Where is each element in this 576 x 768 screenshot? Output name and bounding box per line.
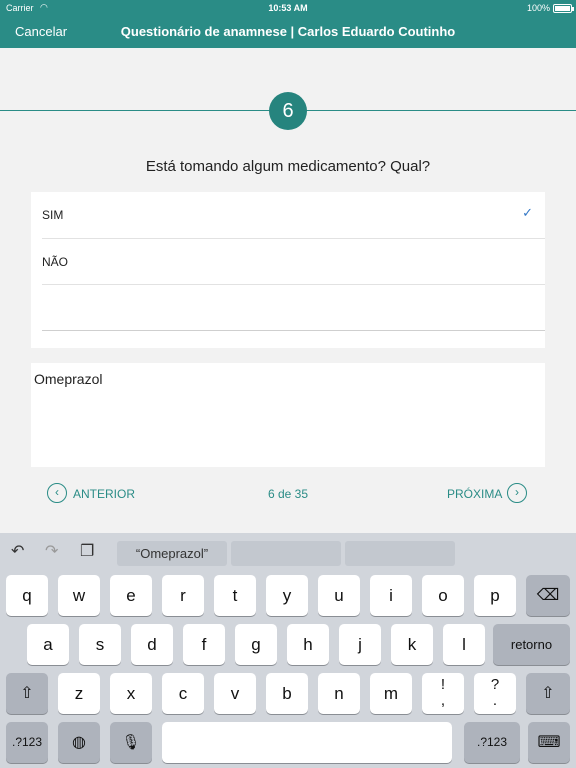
- key-v[interactable]: v: [214, 673, 256, 714]
- key-l[interactable]: l: [443, 624, 485, 665]
- key-k[interactable]: k: [391, 624, 433, 665]
- key-h[interactable]: h: [287, 624, 329, 665]
- key-i[interactable]: i: [370, 575, 412, 616]
- question-text: Está tomando algum medicamento? Qual?: [145, 158, 431, 175]
- answer-text: Omeprazol: [34, 371, 103, 387]
- paste-icon[interactable]: ❐: [80, 541, 94, 561]
- key-o[interactable]: o: [422, 575, 464, 616]
- suggestion-3[interactable]: [345, 541, 455, 566]
- keyboard: ↶ ↷ ❐ “Omeprazol” q w e r t y u i o p ⌫ …: [0, 533, 576, 768]
- battery-icon: [553, 4, 574, 13]
- page-title: Questionário de anamnese | Carlos Eduard…: [120, 24, 456, 39]
- key-j[interactable]: j: [339, 624, 381, 665]
- next-label: PRÓXIMA: [447, 487, 503, 501]
- microphone-icon: 🎙: [121, 734, 141, 751]
- key-t[interactable]: t: [214, 575, 256, 616]
- suggestion-1[interactable]: “Omeprazol”: [117, 541, 227, 566]
- key-r[interactable]: r: [162, 575, 204, 616]
- next-button[interactable]: PRÓXIMA ›: [440, 482, 530, 506]
- pager: ‹ ANTERIOR 6 de 35 PRÓXIMA ›: [0, 482, 576, 506]
- other-option-field[interactable]: [31, 285, 545, 331]
- key-c[interactable]: c: [162, 673, 204, 714]
- key-g[interactable]: g: [235, 624, 277, 665]
- key-b[interactable]: b: [266, 673, 308, 714]
- suggestion-2[interactable]: [231, 541, 341, 566]
- backspace-key[interactable]: ⌫: [526, 575, 570, 616]
- option-label: SIM: [42, 208, 64, 222]
- option-label: NÃO: [42, 255, 69, 269]
- dictation-key[interactable]: 🎙: [110, 722, 152, 763]
- key-m[interactable]: m: [370, 673, 412, 714]
- redo-icon[interactable]: ↷: [45, 541, 58, 561]
- return-key[interactable]: retorno: [493, 624, 570, 665]
- shift-icon: ⇧: [541, 685, 555, 702]
- key-d[interactable]: d: [131, 624, 173, 665]
- shift-key-right[interactable]: ⇧: [526, 673, 570, 714]
- battery-percent: 100%: [526, 3, 550, 13]
- answer-textarea[interactable]: Omeprazol: [31, 363, 545, 467]
- key-q[interactable]: q: [6, 575, 48, 616]
- top-bar: Carrier ◠ 10:53 AM 100% Cancelar Questio…: [0, 0, 576, 48]
- key-w[interactable]: w: [58, 575, 100, 616]
- question-number-badge: 6: [269, 92, 307, 130]
- checkmark-icon: ✓: [522, 205, 533, 220]
- key-exclamation[interactable]: !,: [422, 673, 464, 714]
- option-sim[interactable]: SIM ✓: [31, 192, 545, 238]
- key-question[interactable]: ?.: [474, 673, 516, 714]
- numbers-key-right[interactable]: .?123: [464, 722, 520, 763]
- globe-icon: ◍: [72, 734, 86, 751]
- clock: 10:53 AM: [268, 3, 308, 13]
- shift-icon: ⇧: [20, 685, 34, 702]
- undo-icon[interactable]: ↶: [11, 541, 24, 561]
- chevron-right-icon: ›: [507, 483, 527, 503]
- status-bar: Carrier ◠ 10:53 AM 100%: [0, 0, 576, 18]
- dismiss-keyboard-key[interactable]: ⌨: [528, 722, 570, 763]
- key-e[interactable]: e: [110, 575, 152, 616]
- key-a[interactable]: a: [27, 624, 69, 665]
- navigation-bar: Cancelar Questionário de anamnese | Carl…: [0, 18, 576, 48]
- numbers-key-left[interactable]: .?123: [6, 722, 48, 763]
- key-p[interactable]: p: [474, 575, 516, 616]
- key-u[interactable]: u: [318, 575, 360, 616]
- options-list: SIM ✓ NÃO: [31, 192, 545, 348]
- key-z[interactable]: z: [58, 673, 100, 714]
- field-underline: [42, 330, 545, 331]
- keyboard-dismiss-icon: ⌨: [537, 734, 561, 751]
- key-f[interactable]: f: [183, 624, 225, 665]
- key-s[interactable]: s: [79, 624, 121, 665]
- space-key[interactable]: [162, 722, 452, 763]
- key-y[interactable]: y: [266, 575, 308, 616]
- shift-key-left[interactable]: ⇧: [6, 673, 48, 714]
- key-x[interactable]: x: [110, 673, 152, 714]
- globe-key[interactable]: ◍: [58, 722, 100, 763]
- option-nao[interactable]: NÃO: [31, 239, 545, 285]
- delete-icon: ⌫: [536, 587, 560, 604]
- key-n[interactable]: n: [318, 673, 360, 714]
